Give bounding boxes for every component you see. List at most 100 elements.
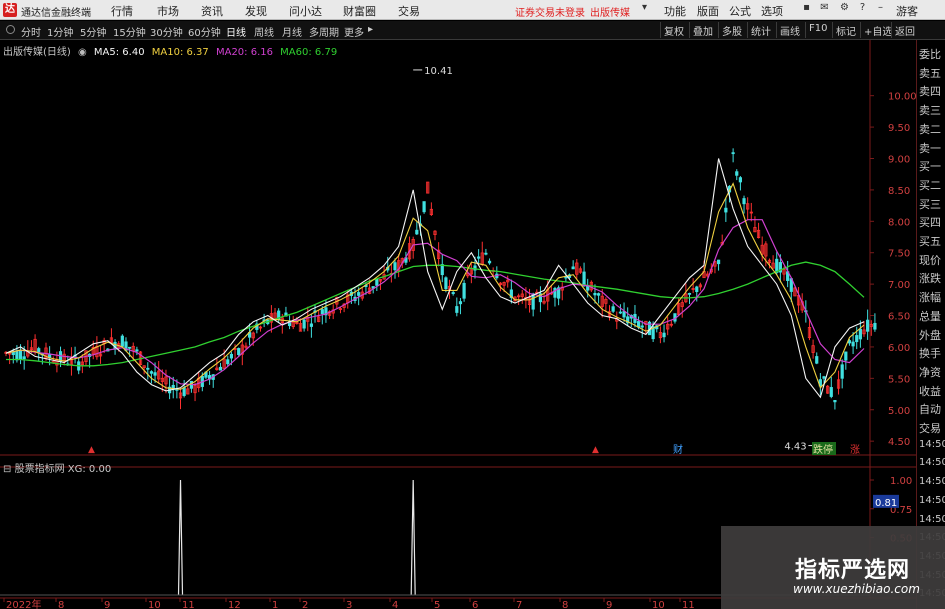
back-button[interactable]: 返回 bbox=[891, 22, 918, 38]
period-tab-weekly[interactable]: 周线 bbox=[254, 24, 274, 39]
skin-icon[interactable]: ▪ bbox=[800, 2, 813, 16]
sidebar-row: 14:50 bbox=[919, 457, 945, 469]
app-logo-icon: 达 bbox=[3, 3, 17, 17]
login-warning[interactable]: 证券交易未登录 bbox=[515, 4, 585, 19]
time-tick-label: 4 bbox=[392, 600, 398, 609]
sidebar-row: 14:50 bbox=[919, 438, 945, 450]
price-tick-label: 4.50 bbox=[888, 437, 910, 448]
mark-button[interactable]: 标记 bbox=[832, 22, 859, 38]
overlay-button[interactable]: 叠加 bbox=[689, 22, 716, 38]
multi-stock-button[interactable]: 多股 bbox=[718, 22, 745, 38]
period-tab-more[interactable]: 更多 bbox=[344, 24, 364, 39]
adjust-button[interactable]: 复权 bbox=[660, 22, 687, 38]
period-tab-5min[interactable]: 5分钟 bbox=[80, 24, 106, 39]
sidebar-row: 卖四 bbox=[919, 85, 941, 99]
price-tick-label: 7.00 bbox=[888, 280, 910, 291]
candle-body bbox=[415, 229, 419, 235]
time-tick-label: 3 bbox=[346, 600, 352, 609]
candle-body bbox=[564, 276, 568, 279]
toggle-icon[interactable] bbox=[6, 25, 15, 34]
menu-item-news[interactable]: 资讯 bbox=[201, 3, 223, 19]
period-tab-multi[interactable]: 多周期 bbox=[309, 24, 339, 39]
price-tick-label: 8.50 bbox=[888, 186, 910, 197]
sidebar-row: 卖三 bbox=[919, 104, 941, 118]
period-tab-daily[interactable]: 日线 bbox=[226, 24, 246, 39]
period-tab-monthly[interactable]: 月线 bbox=[282, 24, 302, 39]
xg-signal-spike bbox=[177, 479, 184, 596]
candle-body bbox=[226, 359, 230, 365]
guest-label[interactable]: 游客 bbox=[896, 3, 918, 19]
menu-item-trade[interactable]: 交易 bbox=[398, 3, 420, 19]
menu-item-options[interactable]: 选项 bbox=[761, 3, 783, 19]
sidebar-row: 涨跌 bbox=[919, 272, 941, 286]
message-icon[interactable]: ✉ bbox=[818, 2, 831, 16]
watermark: 指标严选网 www.xuezhibiao.com bbox=[721, 526, 945, 609]
period-tab-15min[interactable]: 15分钟 bbox=[113, 24, 146, 39]
sidebar-row: 换手 bbox=[919, 347, 941, 361]
candle-body bbox=[851, 341, 855, 347]
dropdown-arrow-icon[interactable]: ▾ bbox=[638, 2, 651, 16]
candle-body bbox=[22, 356, 26, 360]
legend-circle-icon[interactable]: ◉ bbox=[78, 47, 87, 58]
period-tab-30min[interactable]: 30分钟 bbox=[150, 24, 183, 39]
sub-indicator-title: 股票指标网 bbox=[14, 464, 65, 475]
draw-line-button[interactable]: 画线 bbox=[776, 22, 803, 38]
menu-item-quotes[interactable]: 行情 bbox=[111, 3, 133, 19]
sub-tick-label: 1.00 bbox=[890, 476, 912, 487]
watermark-url: www.xuezhibiao.com bbox=[793, 582, 920, 596]
legend-ma60: MA60: 6.79 bbox=[280, 47, 338, 58]
candle-body bbox=[622, 311, 626, 318]
current-stock-name: 出版传媒 bbox=[590, 8, 630, 19]
f10-button[interactable]: F10 bbox=[805, 22, 830, 38]
candle-body bbox=[695, 286, 699, 293]
candle-body bbox=[302, 319, 306, 329]
candle-body bbox=[716, 259, 721, 265]
period-tab-60min[interactable]: 60分钟 bbox=[188, 24, 221, 39]
legend-ma20: MA20: 6.16 bbox=[215, 47, 273, 58]
menu-item-ask[interactable]: 问小达 bbox=[289, 3, 322, 19]
candle-body bbox=[662, 332, 666, 338]
chart-canvas[interactable]: 10.00 9.50 9.00 8.50 8.00 7.50 7.00 6.50 6.00 5.5… bbox=[0, 40, 945, 609]
candle-body bbox=[462, 282, 466, 299]
menu-item-market[interactable]: 市场 bbox=[157, 3, 179, 19]
price-tick-label: 5.00 bbox=[888, 406, 910, 417]
menu-item-wealth[interactable]: 财富圈 bbox=[343, 3, 376, 19]
minimize-icon[interactable]: – bbox=[874, 2, 887, 16]
candle-body bbox=[120, 335, 124, 347]
candle-body bbox=[440, 264, 444, 276]
candle-body bbox=[237, 348, 241, 355]
sidebar-row: 买五 bbox=[919, 235, 941, 248]
kline-chart[interactable]: 10.00 9.50 9.00 8.50 8.00 7.50 7.00 6.50 6.00 5.5… bbox=[0, 40, 945, 609]
price-tick-label: 6.00 bbox=[888, 343, 910, 354]
candle-body bbox=[309, 323, 313, 327]
candle-body bbox=[153, 372, 157, 376]
sidebar-row: 卖五 bbox=[919, 66, 941, 80]
menu-item-formula[interactable]: 公式 bbox=[729, 3, 751, 19]
sidebar-row: 收益 bbox=[919, 384, 941, 398]
candle-body bbox=[422, 201, 426, 213]
help-icon[interactable]: ? bbox=[856, 2, 869, 16]
price-tick-label: 10.00 bbox=[888, 92, 917, 103]
time-tick-label: 9 bbox=[104, 600, 110, 609]
period-tab-timeshare[interactable]: 分时 bbox=[21, 24, 41, 39]
sidebar-row: 卖一 bbox=[919, 141, 941, 155]
price-tick-label: 9.00 bbox=[888, 155, 910, 166]
menu-item-layout[interactable]: 版面 bbox=[697, 3, 719, 19]
ma-legend: 出版传媒(日线) ◉ MA5: 6.40 MA10: 6.37 MA20: 6.… bbox=[3, 43, 341, 58]
candle-body bbox=[866, 319, 870, 332]
sub-toggle-icon[interactable]: ⊟ bbox=[3, 464, 11, 475]
candle-body bbox=[687, 292, 692, 295]
menu-item-discover[interactable]: 发现 bbox=[245, 3, 267, 19]
more-chevron-icon[interactable]: ▸ bbox=[368, 24, 373, 35]
high-price-label: 10.41 bbox=[424, 66, 453, 77]
menu-item-function[interactable]: 功能 bbox=[664, 3, 686, 19]
time-tick-label: 2 bbox=[302, 600, 308, 609]
settings-icon[interactable]: ⚙ bbox=[838, 2, 851, 16]
stats-button[interactable]: 统计 bbox=[747, 22, 774, 38]
sub-indicator-xg: XG: 0.00 bbox=[67, 464, 112, 475]
app-name: 通达信金融终端 bbox=[21, 8, 91, 19]
candle-body bbox=[451, 292, 455, 295]
period-tab-1min[interactable]: 1分钟 bbox=[47, 24, 73, 39]
time-tick-label: 11 bbox=[682, 600, 695, 609]
sidebar-row: 14:50 bbox=[919, 494, 945, 506]
